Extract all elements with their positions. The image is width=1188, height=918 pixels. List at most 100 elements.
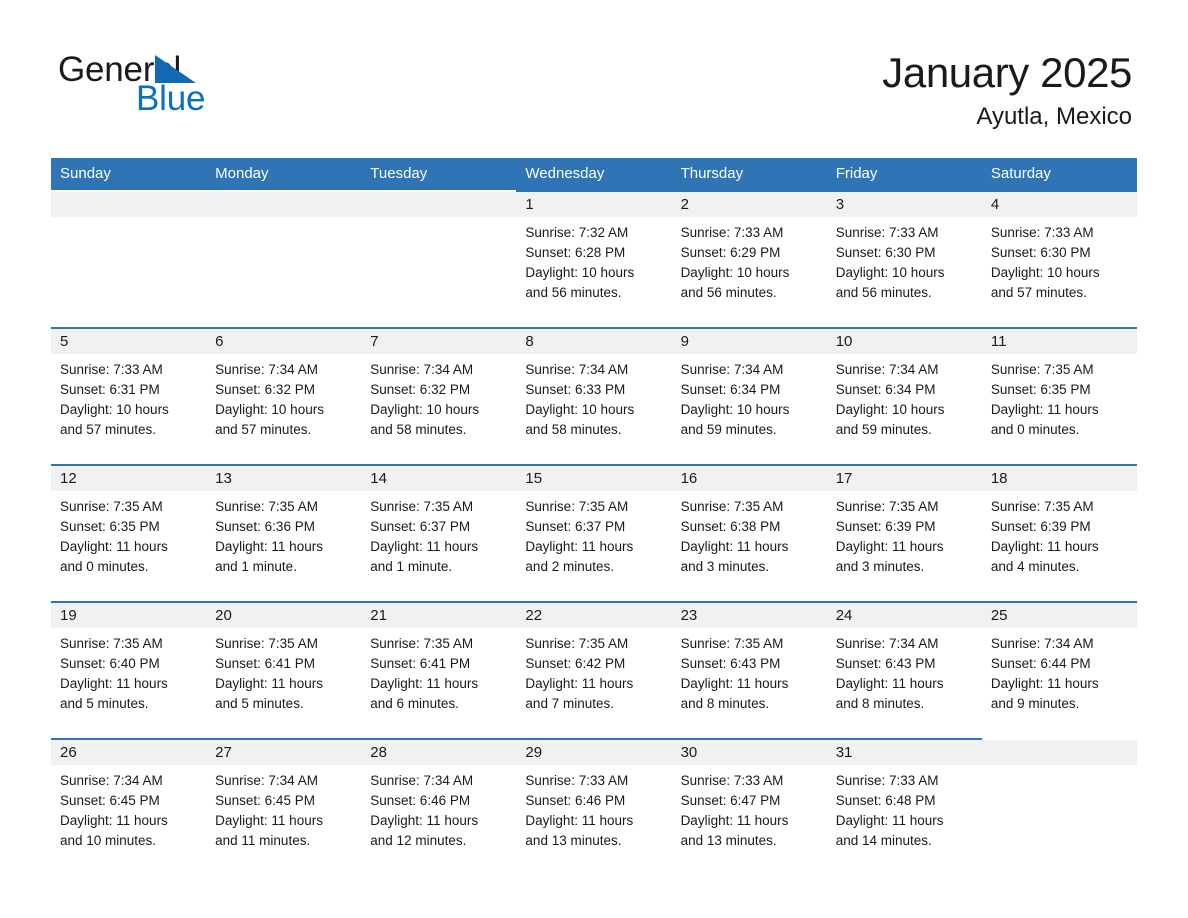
- daylight-duration-line2: and 56 minutes.: [525, 285, 622, 300]
- sunset-time: Sunset: 6:29 PM: [680, 245, 781, 260]
- sunrise-time: Sunrise: 7:35 AM: [990, 499, 1094, 514]
- calendar-day-cell[interactable]: 14 Sunrise: 7:35 AM Sunset: 6:37 PM Dayligh…: [361, 464, 517, 602]
- day-number: 29: [516, 740, 672, 765]
- calendar-day-cell[interactable]: 16 Sunrise: 7:35 AM Sunset: 6:38 PM Dayligh…: [671, 464, 827, 602]
- sunset-time: Sunset: 6:43 PM: [680, 656, 781, 671]
- calendar-day-cell[interactable]: 1 Sunrise: 7:32 AM Sunset: 6:28 PM Daylight…: [516, 190, 672, 328]
- calendar-day-cell[interactable]: 7 Sunrise: 7:34 AM Sunset: 6:32 PM Daylight…: [361, 327, 517, 465]
- day-details: Sunrise: 7:34 AM Sunset: 6:33 PM Daylight:…: [516, 354, 671, 440]
- daylight-duration-line1: Daylight: 10 hours: [525, 265, 635, 280]
- sunrise-time: Sunrise: 7:35 AM: [215, 636, 318, 651]
- sunrise-time: Sunrise: 7:34 AM: [525, 362, 629, 377]
- calendar-day-cell[interactable]: 28 Sunrise: 7:34 AM Sunset: 6:46 PM Dayligh…: [361, 738, 517, 875]
- calendar-day-cell[interactable]: 13 Sunrise: 7:35 AM Sunset: 6:36 PM Dayligh…: [206, 464, 362, 602]
- calendar-day-cell[interactable]: 25 Sunrise: 7:34 AM Sunset: 6:44 PM Dayligh…: [981, 601, 1137, 739]
- calendar-day-cell[interactable]: 11 Sunrise: 7:35 AM Sunset: 6:35 PM Dayligh…: [981, 327, 1137, 465]
- daylight-duration-line2: and 56 minutes.: [835, 285, 932, 300]
- sunrise-time: Sunrise: 7:34 AM: [835, 636, 939, 651]
- calendar-day-cell[interactable]: 29 Sunrise: 7:33 AM Sunset: 6:46 PM Dayligh…: [516, 738, 672, 875]
- daylight-duration-line2: and 14 minutes.: [835, 833, 932, 848]
- day-number: 5: [51, 329, 207, 354]
- day-details: Sunrise: 7:35 AM Sunset: 6:41 PM Daylight:…: [361, 628, 516, 714]
- sunrise-time: Sunrise: 7:35 AM: [680, 636, 784, 651]
- daylight-duration-line1: Daylight: 11 hours: [525, 813, 634, 828]
- day-details: Sunrise: 7:34 AM Sunset: 6:43 PM Daylight:…: [827, 628, 982, 714]
- calendar-day-cell[interactable]: 19 Sunrise: 7:35 AM Sunset: 6:40 PM Dayligh…: [51, 601, 207, 739]
- calendar-day-cell[interactable]: 27 Sunrise: 7:34 AM Sunset: 6:45 PM Dayligh…: [206, 738, 362, 875]
- sunset-time: Sunset: 6:36 PM: [215, 519, 315, 534]
- generalblue-logo[interactable]: General Blue: [58, 52, 358, 118]
- daylight-duration-line2: and 8 minutes.: [835, 696, 925, 711]
- daylight-duration-line1: Daylight: 11 hours: [370, 539, 479, 554]
- sunrise-time: Sunrise: 7:32 AM: [525, 225, 629, 240]
- sunset-time: Sunset: 6:35 PM: [60, 519, 160, 534]
- daylight-duration-line1: Daylight: 11 hours: [990, 402, 1099, 417]
- sunset-time: Sunset: 6:30 PM: [990, 245, 1091, 260]
- day-number: 15: [516, 466, 672, 491]
- calendar-day-cell[interactable]: 6 Sunrise: 7:34 AM Sunset: 6:32 PM Daylight…: [206, 327, 362, 465]
- sunrise-time: Sunrise: 7:35 AM: [525, 499, 629, 514]
- calendar-day-cell[interactable]: 12 Sunrise: 7:35 AM Sunset: 6:35 PM Dayligh…: [51, 464, 207, 602]
- weekday-header-row: Sunday Monday Tuesday Wednesday Thursday…: [51, 158, 1137, 191]
- calendar-day-cell[interactable]: 10 Sunrise: 7:34 AM Sunset: 6:34 PM Dayligh…: [826, 327, 982, 465]
- calendar-day-cell[interactable]: 18 Sunrise: 7:35 AM Sunset: 6:39 PM Dayligh…: [981, 464, 1137, 602]
- weekday-header-monday: Monday: [206, 158, 362, 191]
- sunset-time: Sunset: 6:33 PM: [525, 382, 626, 397]
- calendar-day-cell[interactable]: 9 Sunrise: 7:34 AM Sunset: 6:34 PM Daylight…: [671, 327, 827, 465]
- daylight-duration-line1: Daylight: 11 hours: [990, 539, 1099, 554]
- sunrise-time: Sunrise: 7:33 AM: [835, 773, 939, 788]
- daylight-duration-line2: and 58 minutes.: [525, 422, 622, 437]
- calendar-day-cell[interactable]: 20 Sunrise: 7:35 AM Sunset: 6:41 PM Dayligh…: [206, 601, 362, 739]
- day-details: Sunrise: 7:33 AM Sunset: 6:31 PM Daylight:…: [51, 354, 206, 440]
- day-number: [51, 192, 207, 217]
- calendar-day-cell[interactable]: 22 Sunrise: 7:35 AM Sunset: 6:42 PM Dayligh…: [516, 601, 672, 739]
- calendar-day-cell[interactable]: 3 Sunrise: 7:33 AM Sunset: 6:30 PM Daylight…: [826, 190, 982, 328]
- daylight-duration-line1: Daylight: 11 hours: [370, 813, 479, 828]
- sunset-time: Sunset: 6:37 PM: [525, 519, 626, 534]
- sunrise-time: Sunrise: 7:33 AM: [835, 225, 939, 240]
- calendar-day-cell[interactable]: 5 Sunrise: 7:33 AM Sunset: 6:31 PM Daylight…: [51, 327, 207, 465]
- day-details: Sunrise: 7:33 AM Sunset: 6:46 PM Daylight:…: [516, 765, 671, 851]
- day-details: Sunrise: 7:35 AM Sunset: 6:41 PM Daylight:…: [206, 628, 361, 714]
- day-number: 24: [826, 603, 982, 628]
- calendar-day-cell[interactable]: 30 Sunrise: 7:33 AM Sunset: 6:47 PM Dayligh…: [671, 738, 827, 875]
- daylight-duration-line2: and 3 minutes.: [680, 559, 770, 574]
- daylight-duration-line2: and 0 minutes.: [990, 422, 1080, 437]
- weekday-header-wednesday: Wednesday: [516, 158, 672, 191]
- sunrise-time: Sunrise: 7:34 AM: [835, 362, 939, 377]
- calendar-day-cell[interactable]: 26 Sunrise: 7:34 AM Sunset: 6:45 PM Dayligh…: [51, 738, 207, 875]
- calendar-day-cell[interactable]: 23 Sunrise: 7:35 AM Sunset: 6:43 PM Dayligh…: [671, 601, 827, 739]
- daylight-duration-line1: Daylight: 10 hours: [680, 402, 790, 417]
- day-number: 13: [206, 466, 362, 491]
- calendar-day-cell[interactable]: 4 Sunrise: 7:33 AM Sunset: 6:30 PM Daylight…: [981, 190, 1137, 328]
- day-details: Sunrise: 7:34 AM Sunset: 6:44 PM Daylight:…: [982, 628, 1137, 714]
- daylight-duration-line2: and 56 minutes.: [680, 285, 777, 300]
- sunset-time: Sunset: 6:46 PM: [370, 793, 471, 808]
- day-details: Sunrise: 7:35 AM Sunset: 6:40 PM Daylight:…: [51, 628, 206, 714]
- day-details: Sunrise: 7:33 AM Sunset: 6:30 PM Daylight:…: [827, 217, 982, 303]
- day-details: Sunrise: 7:34 AM Sunset: 6:34 PM Daylight:…: [827, 354, 982, 440]
- sunset-time: Sunset: 6:34 PM: [835, 382, 936, 397]
- sunset-time: Sunset: 6:41 PM: [370, 656, 471, 671]
- daylight-duration-line1: Daylight: 10 hours: [835, 265, 945, 280]
- daylight-duration-line2: and 6 minutes.: [370, 696, 459, 711]
- day-details: Sunrise: 7:35 AM Sunset: 6:38 PM Daylight:…: [672, 491, 827, 577]
- calendar-day-cell[interactable]: 15 Sunrise: 7:35 AM Sunset: 6:37 PM Dayligh…: [516, 464, 672, 602]
- daylight-duration-line2: and 5 minutes.: [215, 696, 304, 711]
- calendar-day-cell[interactable]: 2 Sunrise: 7:33 AM Sunset: 6:29 PM Daylight…: [671, 190, 827, 328]
- calendar-day-cell[interactable]: 8 Sunrise: 7:34 AM Sunset: 6:33 PM Daylight…: [516, 327, 672, 465]
- calendar-day-cell[interactable]: 21 Sunrise: 7:35 AM Sunset: 6:41 PM Dayligh…: [361, 601, 517, 739]
- day-number: 27: [206, 740, 362, 765]
- calendar-day-cell[interactable]: 24 Sunrise: 7:34 AM Sunset: 6:43 PM Dayligh…: [826, 601, 982, 739]
- calendar-day-cell[interactable]: 17 Sunrise: 7:35 AM Sunset: 6:39 PM Dayligh…: [826, 464, 982, 602]
- calendar-table: Sunday Monday Tuesday Wednesday Thursday…: [51, 158, 1137, 875]
- sunset-time: Sunset: 6:38 PM: [680, 519, 781, 534]
- daylight-duration-line1: Daylight: 11 hours: [990, 676, 1099, 691]
- sunrise-time: Sunrise: 7:34 AM: [370, 773, 474, 788]
- weekday-header-thursday: Thursday: [671, 158, 827, 191]
- daylight-duration-line2: and 2 minutes.: [525, 559, 614, 574]
- calendar-week-row: 5 Sunrise: 7:33 AM Sunset: 6:31 PM Daylight…: [51, 327, 1137, 465]
- calendar-day-cell[interactable]: 31 Sunrise: 7:33 AM Sunset: 6:48 PM Dayligh…: [826, 738, 982, 875]
- day-number: 30: [671, 740, 827, 765]
- day-number: 20: [206, 603, 362, 628]
